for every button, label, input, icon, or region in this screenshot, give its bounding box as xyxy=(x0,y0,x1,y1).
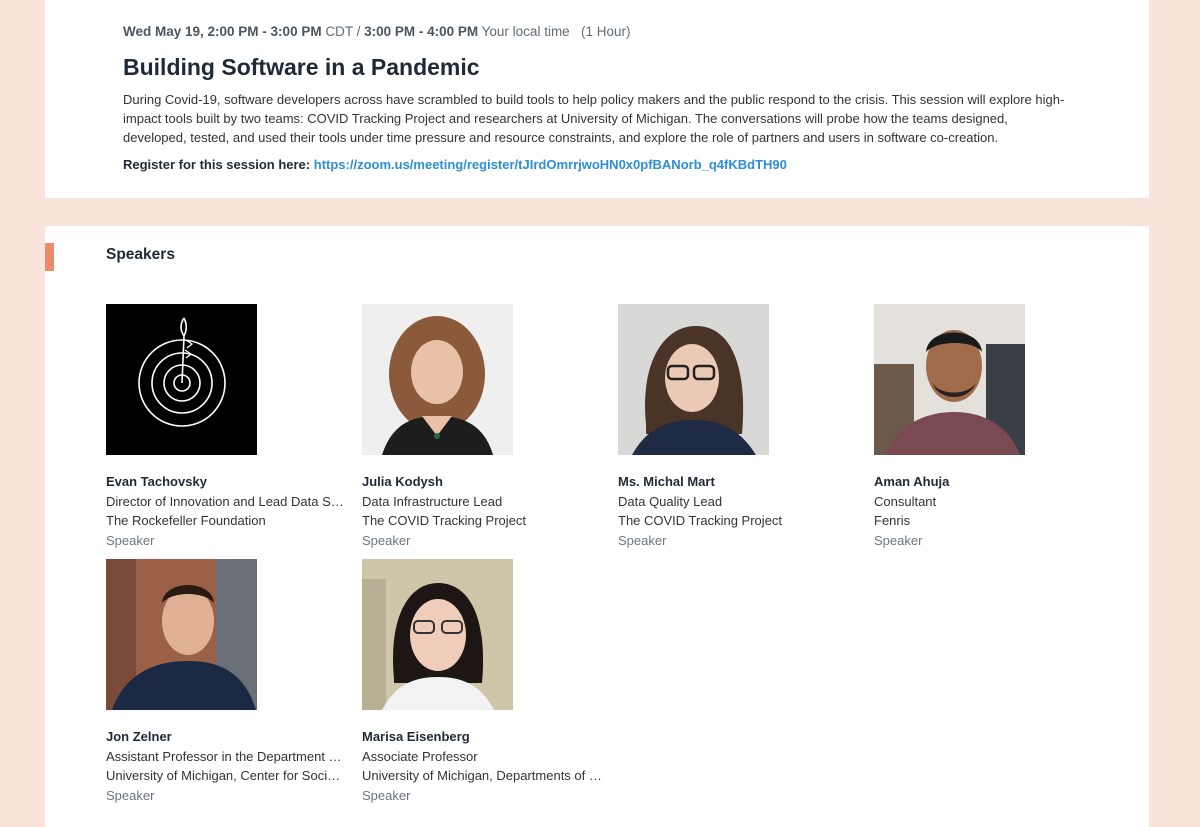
speaker-organization: The COVID Tracking Project xyxy=(362,513,526,528)
target-logo-icon xyxy=(138,317,226,427)
session-time: Wed May 19, 2:00 PM - 3:00 PM CDT / 3:00… xyxy=(123,24,630,39)
portrait-icon xyxy=(362,304,513,455)
speaker-title: Data Quality Lead xyxy=(618,493,723,509)
speaker-name[interactable]: Ms. Michal Mart xyxy=(618,472,858,492)
speaker-card-aman-ahuja[interactable]: Aman Ahuja Consultant Fenris Speaker xyxy=(874,304,1114,550)
session-timezone-central: CDT / xyxy=(321,24,365,39)
speaker-title: Data Infrastructure Lead xyxy=(362,493,503,509)
speakers-heading: Speakers xyxy=(106,246,175,263)
session-time-central: Wed May 19, 2:00 PM - 3:00 PM xyxy=(123,24,322,39)
speaker-photo[interactable] xyxy=(362,559,513,710)
speaker-photo-logo[interactable] xyxy=(106,304,257,455)
portrait-icon xyxy=(362,559,513,710)
session-timezone-local: Your local time xyxy=(478,24,570,39)
speaker-card-evan-tachovsky[interactable]: Evan Tachovsky Director of Innovation an… xyxy=(106,304,346,550)
speaker-card-michal-mart[interactable]: Ms. Michal Mart Data Quality Lead The CO… xyxy=(618,304,858,550)
speaker-name[interactable]: Evan Tachovsky xyxy=(106,472,346,492)
register-label: Register for this session here: xyxy=(123,157,311,172)
session-card: Wed May 19, 2:00 PM - 3:00 PM CDT / 3:00… xyxy=(45,0,1149,198)
speaker-photo[interactable] xyxy=(618,304,769,455)
speaker-card-jon-zelner[interactable]: Jon Zelner Assistant Professor in the De… xyxy=(106,559,346,805)
speaker-card-marisa-eisenberg[interactable]: Marisa Eisenberg Associate Professor Uni… xyxy=(362,559,602,805)
speaker-title: Assistant Professor in the Department of… xyxy=(106,748,346,764)
speaker-role: Speaker xyxy=(362,787,411,803)
section-accent-bar xyxy=(45,243,54,271)
session-duration: (1 Hour) xyxy=(580,24,631,39)
register-link[interactable]: https://zoom.us/meeting/register/tJIrdOm… xyxy=(314,157,787,172)
speaker-title: Consultant xyxy=(874,493,937,509)
speaker-role: Speaker xyxy=(106,787,155,803)
speaker-photo[interactable] xyxy=(362,304,513,455)
speaker-photo[interactable] xyxy=(874,304,1025,455)
speaker-organization: The Rockefeller Foundation xyxy=(106,513,266,528)
speaker-role: Speaker xyxy=(874,532,923,548)
session-description: During Covid-19, software developers acr… xyxy=(123,92,1065,145)
speaker-name[interactable]: Marisa Eisenberg xyxy=(362,727,602,747)
speaker-card-julia-kodysh[interactable]: Julia Kodysh Data Infrastructure Lead Th… xyxy=(362,304,602,550)
speaker-role: Speaker xyxy=(106,532,155,548)
speaker-organization: The COVID Tracking Project xyxy=(618,513,782,528)
speaker-role: Speaker xyxy=(362,532,411,548)
speaker-role: Speaker xyxy=(618,532,667,548)
session-time-local: 3:00 PM - 4:00 PM xyxy=(364,24,479,39)
speaker-organization: University of Michigan, Departments of E… xyxy=(362,768,602,783)
portrait-icon xyxy=(874,304,1025,455)
speaker-title: Associate Professor xyxy=(362,748,478,764)
speaker-photo[interactable] xyxy=(106,559,257,710)
speaker-name[interactable]: Aman Ahuja xyxy=(874,472,1114,492)
speaker-organization: University of Michigan, Center for Socia… xyxy=(106,768,346,783)
speaker-title: Director of Innovation and Lead Data Sci… xyxy=(106,493,346,509)
register-line: Register for this session here: https://… xyxy=(123,157,787,172)
portrait-icon xyxy=(106,559,257,710)
session-title: Building Software in a Pandemic xyxy=(123,54,480,80)
speaker-organization: Fenris xyxy=(874,513,911,528)
portrait-icon xyxy=(618,304,769,455)
speaker-name[interactable]: Julia Kodysh xyxy=(362,472,602,492)
speaker-name[interactable]: Jon Zelner xyxy=(106,727,346,747)
